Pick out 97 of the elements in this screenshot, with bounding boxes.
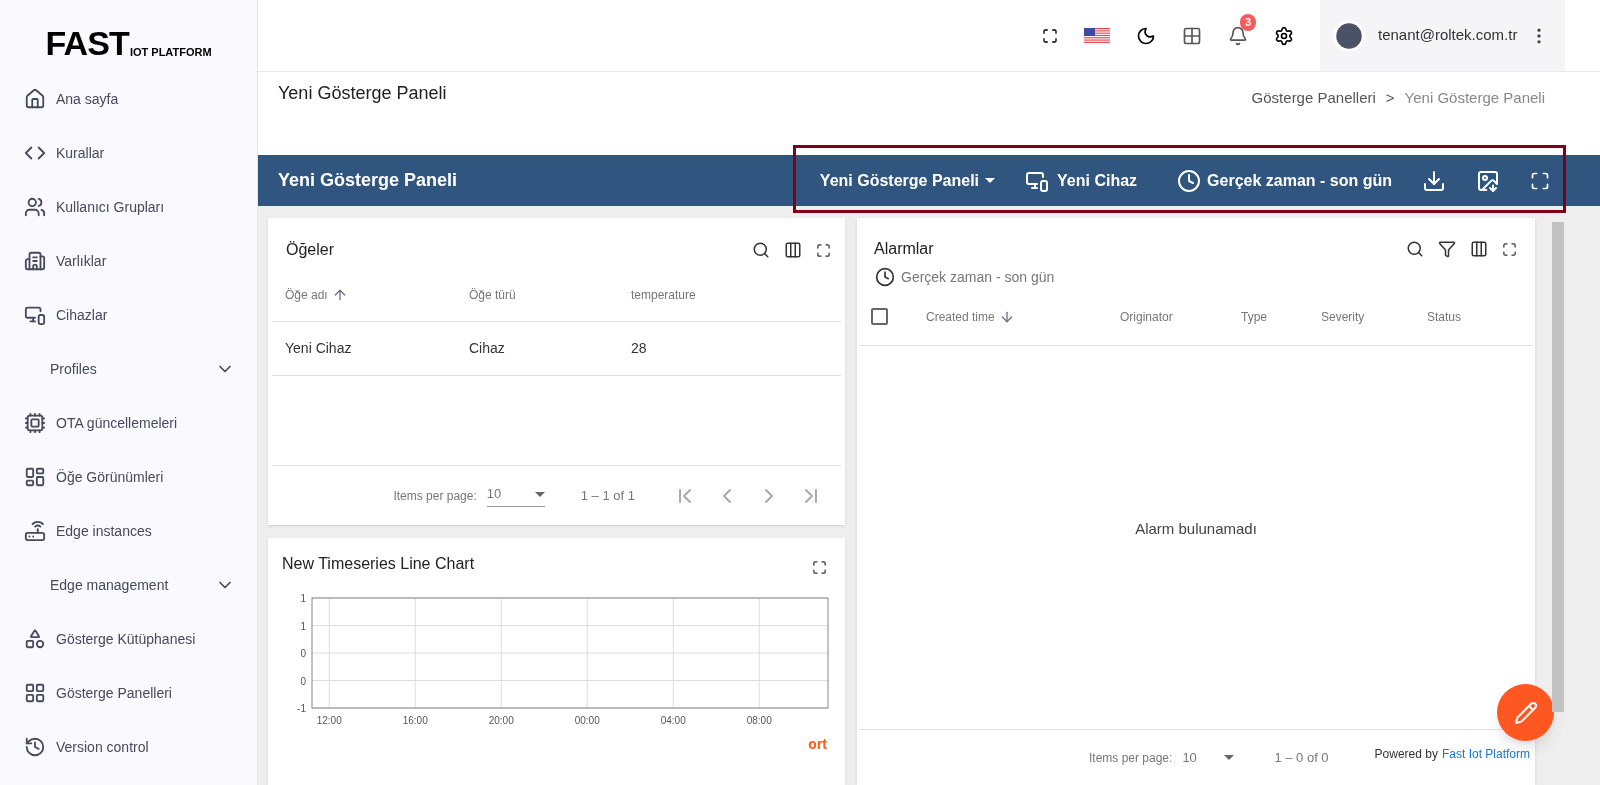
page-size-select[interactable]: 10 — [1182, 747, 1235, 768]
image-export-icon[interactable] — [1476, 168, 1500, 193]
entity-button[interactable]: Yeni Cihaz — [1025, 168, 1138, 193]
user-menu[interactable]: tenant@roltek.com.tr — [1320, 0, 1565, 71]
table-cell-text: Yeni Cihaz — [285, 339, 353, 358]
y-tick-label: -1 — [297, 703, 306, 714]
widget-title: Öğeler — [286, 240, 335, 260]
notifications-icon[interactable] — [1228, 25, 1248, 46]
page-range: 1 – 0 of 0 — [1274, 748, 1329, 767]
y-tick-label: 0 — [300, 675, 306, 687]
search-icon[interactable] — [1406, 240, 1424, 258]
sidebar-item[interactable]: Edge instances — [0, 504, 257, 558]
widget-title: New Timeseries Line Chart — [282, 554, 475, 574]
breadcrumb-separator: > — [1385, 87, 1395, 108]
timewindow-label: Gerçek zaman - son gün — [901, 267, 1055, 287]
pencil-icon — [1513, 700, 1538, 725]
columns-icon[interactable] — [1470, 240, 1488, 258]
fullscreen-icon[interactable] — [1502, 241, 1517, 257]
apps-grid-icon[interactable] — [1182, 25, 1202, 46]
x-tick-label: 08:00 — [746, 715, 772, 726]
y-tick-label: 1 — [300, 620, 306, 632]
clock-icon — [875, 267, 895, 287]
home-icon — [24, 88, 46, 110]
breadcrumb-item: Yeni Gösterge Paneli — [1404, 87, 1545, 108]
search-icon[interactable] — [752, 241, 770, 259]
dashboard-grid-icon — [24, 682, 46, 704]
column-header[interactable]: Originator — [1120, 307, 1241, 326]
widgets-icon — [24, 628, 46, 650]
sidebar-item[interactable]: Varlıklar — [0, 234, 257, 288]
column-header[interactable]: temperature — [631, 285, 841, 304]
sidebar-group-label: Profiles — [50, 359, 97, 379]
sidebar-item[interactable]: Kurallar — [0, 126, 257, 180]
user-email: tenant@roltek.com.tr — [1378, 25, 1518, 46]
column-header[interactable]: Created time — [926, 307, 1120, 326]
notification-badge: 3 — [1239, 13, 1256, 31]
us-flag-icon[interactable] — [1084, 27, 1110, 44]
x-tick-label: 16:00 — [402, 715, 428, 726]
sidebar-group[interactable]: Profiles — [0, 342, 257, 396]
sidebar-item[interactable]: OTA güncellemeleri — [0, 396, 257, 450]
y-tick-label: 1 — [300, 593, 306, 604]
table-cell-text: Cihaz — [469, 339, 506, 358]
sidebar-item[interactable]: Cihazlar — [0, 288, 257, 342]
devices-icon — [24, 304, 46, 326]
page-size-select[interactable]: 10 — [486, 484, 545, 507]
sidebar-item[interactable]: Öğe Görünümleri — [0, 450, 257, 504]
layout-icon — [24, 466, 46, 488]
select-all-checkbox[interactable] — [871, 308, 888, 325]
logo-subtitle: IOT PLATFORM — [129, 47, 212, 60]
column-header[interactable]: Severity — [1321, 307, 1427, 326]
user-avatar-icon — [1332, 18, 1366, 53]
page-range: 1 – 1 of 1 — [580, 486, 635, 505]
sidebar-item[interactable]: Gösterge Panelleri — [0, 666, 257, 720]
logo-wordmark: FAST — [45, 26, 129, 60]
powered-by-link[interactable]: Fast Iot Platform — [1441, 745, 1530, 763]
chip-icon — [24, 412, 46, 434]
column-header[interactable]: Öğe türü — [469, 285, 631, 304]
items-per-page-label: Items per page: — [1089, 749, 1173, 767]
column-header[interactable]: Type — [1241, 307, 1321, 326]
dashboard-title: Yeni Gösterge Paneli — [278, 169, 458, 192]
fullscreen-icon[interactable] — [1042, 27, 1058, 44]
history-icon — [24, 736, 46, 758]
sidebar-group-label: Edge management — [50, 575, 169, 595]
settings-icon[interactable] — [1274, 25, 1294, 46]
x-tick-label: 12:00 — [316, 715, 342, 726]
sidebar-item[interactable]: Gösterge Kütüphanesi — [0, 612, 257, 666]
fullscreen-icon[interactable] — [812, 560, 827, 575]
table-row[interactable]: Yeni Cihaz Cihaz 28 — [272, 322, 841, 376]
powered-by-label: Powered by — [1374, 746, 1438, 763]
sidebar-group[interactable]: Edge management — [0, 558, 257, 612]
empty-message: Alarm bulunamadı — [1135, 519, 1257, 540]
sidebar-item[interactable]: Version control — [0, 720, 257, 774]
building-icon — [24, 250, 46, 272]
columns-icon[interactable] — [784, 241, 802, 259]
x-tick-label: 20:00 — [488, 715, 514, 726]
y-tick-label: 0 — [300, 648, 306, 659]
breadcrumb-item[interactable]: Gösterge Panelleri — [1251, 86, 1376, 110]
fullscreen-icon[interactable] — [1530, 170, 1550, 191]
widget-title: Alarmlar — [874, 239, 934, 259]
sidebar-item[interactable]: Ana sayfa — [0, 72, 257, 126]
column-header[interactable]: Öğe adı — [285, 285, 469, 304]
sidebar-item[interactable]: Kullanıcı Grupları — [0, 180, 257, 234]
column-header[interactable]: Status — [1427, 307, 1507, 326]
filter-icon[interactable] — [1438, 240, 1456, 258]
page-title: Yeni Gösterge Paneli — [278, 82, 447, 105]
table-cell-text: 28 — [631, 339, 648, 358]
clock-icon — [1177, 168, 1202, 193]
router-icon — [24, 520, 46, 542]
timewindow-button[interactable]: Gerçek zaman - son gün — [1177, 168, 1392, 193]
legend-label: ort — [808, 735, 827, 754]
x-tick-label: 00:00 — [574, 715, 600, 726]
items-per-page-label: Items per page: — [393, 487, 477, 505]
download-icon[interactable] — [1422, 168, 1446, 193]
state-select[interactable]: Yeni Gösterge Paneli — [819, 168, 996, 193]
fullscreen-icon[interactable] — [816, 242, 831, 258]
users-icon — [24, 196, 46, 218]
moon-icon[interactable] — [1136, 25, 1156, 46]
x-tick-label: 04:00 — [660, 715, 686, 726]
